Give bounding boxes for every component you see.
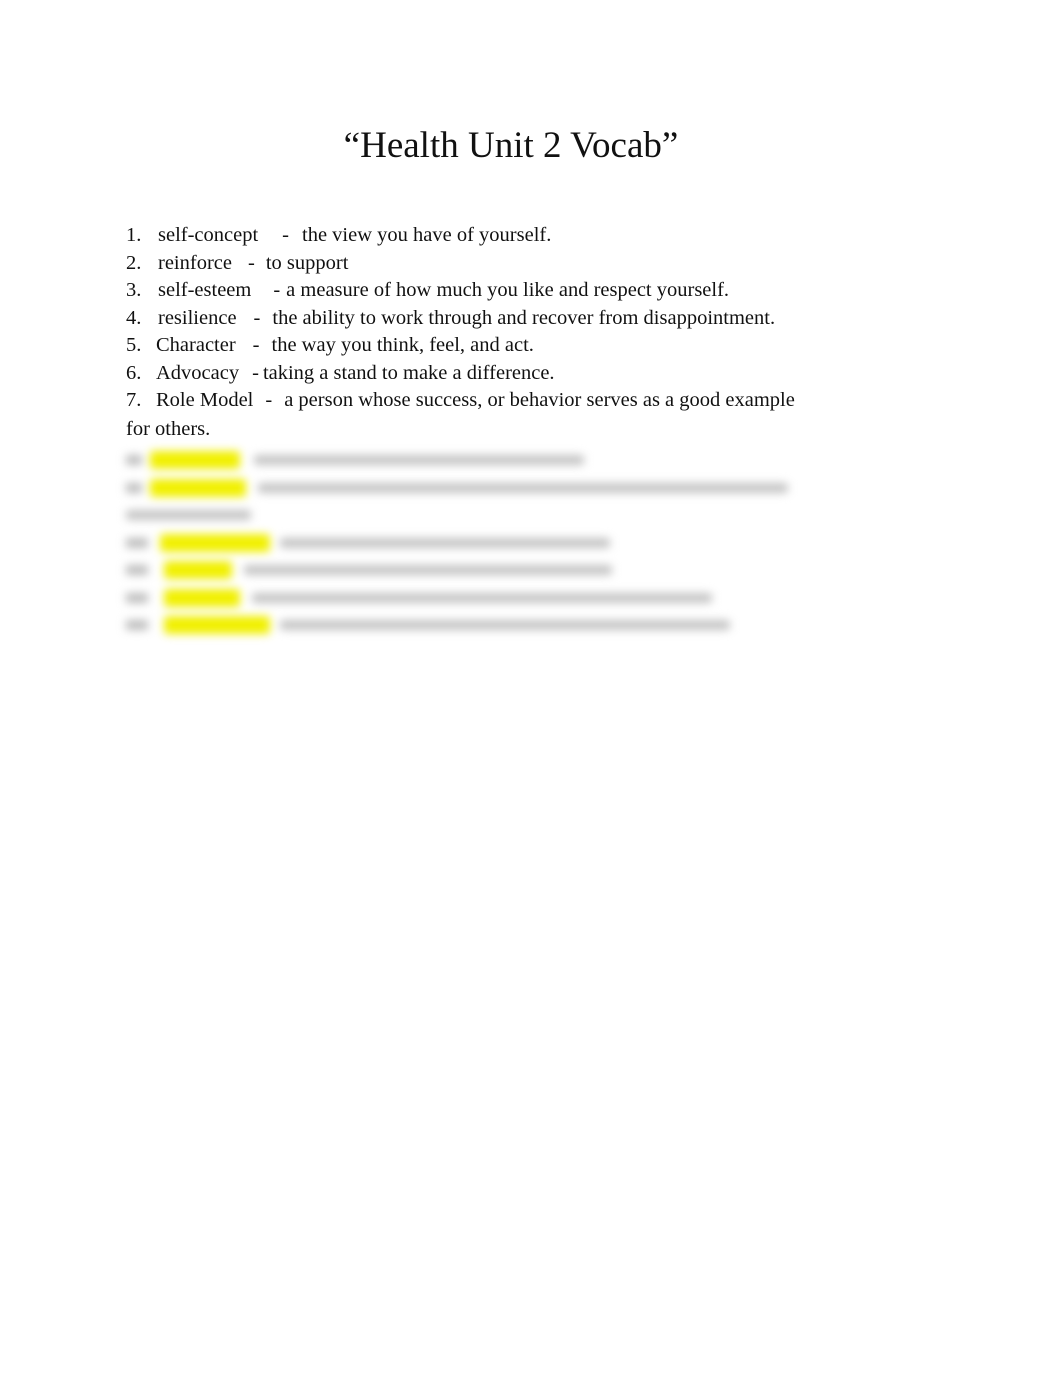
blurred-definition	[280, 537, 610, 548]
blurred-definition	[258, 482, 788, 493]
vocab-definition: to support	[265, 251, 349, 274]
item-number: 6.	[126, 361, 142, 384]
blurred-definition	[126, 510, 251, 520]
blurred-definition	[244, 565, 612, 575]
item-number: 3.	[126, 279, 142, 301]
blurred-term	[164, 616, 270, 634]
item-number: 1.	[126, 224, 142, 246]
vocab-item-continuation: for others.	[126, 415, 826, 443]
blurred-term	[150, 451, 240, 469]
item-number: 4.	[126, 306, 142, 329]
blurred-item	[126, 446, 826, 474]
blurred-number	[126, 482, 142, 493]
separator: -	[247, 251, 255, 274]
blurred-item	[126, 584, 826, 612]
document-title: “Health Unit 2 Vocab”	[343, 125, 679, 166]
vocab-item: 4. resilience - the ability to work through…	[126, 305, 826, 333]
item-number: 7.	[126, 389, 142, 411]
separator: -	[252, 334, 260, 356]
blurred-vocab-section	[126, 446, 826, 639]
vocab-definition-continuation: for others.	[126, 417, 211, 440]
blurred-item	[126, 611, 826, 639]
vocab-term: resilience	[156, 305, 239, 333]
vocab-term: self-esteem	[156, 277, 253, 305]
blurred-definition	[280, 620, 730, 630]
vocab-term: reinforce	[156, 250, 234, 278]
blurred-number	[126, 537, 148, 548]
separator: -	[273, 279, 281, 301]
vocab-definition: a measure of how much you like and respe…	[286, 279, 730, 301]
vocab-definition: the ability to work through and recover …	[272, 306, 776, 329]
separator: -	[253, 306, 261, 329]
blurred-number	[126, 620, 148, 630]
item-number: 5.	[126, 334, 142, 356]
blurred-definition	[254, 455, 584, 465]
separator: -	[265, 389, 273, 411]
blurred-definition	[252, 592, 712, 603]
blurred-number	[126, 592, 148, 603]
vocab-item: 2. reinforce - to support	[126, 250, 826, 278]
separator: -	[282, 224, 289, 246]
vocab-definition: a person whose success, or behavior serv…	[284, 389, 795, 411]
vocab-term: Role Model	[154, 387, 255, 415]
blurred-number	[126, 565, 148, 575]
vocab-item: 7. Role Model - a person whose success, or …	[126, 387, 826, 415]
blurred-term	[164, 588, 240, 607]
vocab-item: 6. Advocacy - taking a stand to make a diff…	[126, 360, 826, 388]
vocab-definition: the way you think, feel, and act.	[271, 334, 534, 356]
blurred-item	[126, 529, 826, 557]
blurred-item	[126, 474, 826, 502]
item-number: 2.	[126, 251, 142, 274]
vocab-item: 1. self-concept - the view you have of your…	[126, 222, 826, 250]
vocab-term: self-concept	[156, 222, 260, 250]
vocab-definition: the view you have of yourself.	[302, 224, 552, 246]
blurred-item-continuation	[126, 501, 826, 529]
separator: -	[252, 361, 259, 384]
blurred-term	[160, 533, 270, 552]
vocab-definition: taking a stand to make a difference.	[262, 361, 555, 384]
vocab-term: Advocacy	[154, 360, 241, 388]
vocab-term: Character	[154, 332, 238, 360]
blurred-number	[126, 455, 142, 465]
vocab-item: 5. Character - the way you think, feel, and…	[126, 332, 826, 360]
blurred-term	[150, 478, 246, 497]
vocab-list: 1. self-concept - the view you have of your…	[126, 222, 826, 442]
blurred-item	[126, 556, 826, 584]
blurred-term	[164, 561, 232, 579]
vocab-item: 3. self-esteem - a measure of how much you …	[126, 277, 826, 305]
